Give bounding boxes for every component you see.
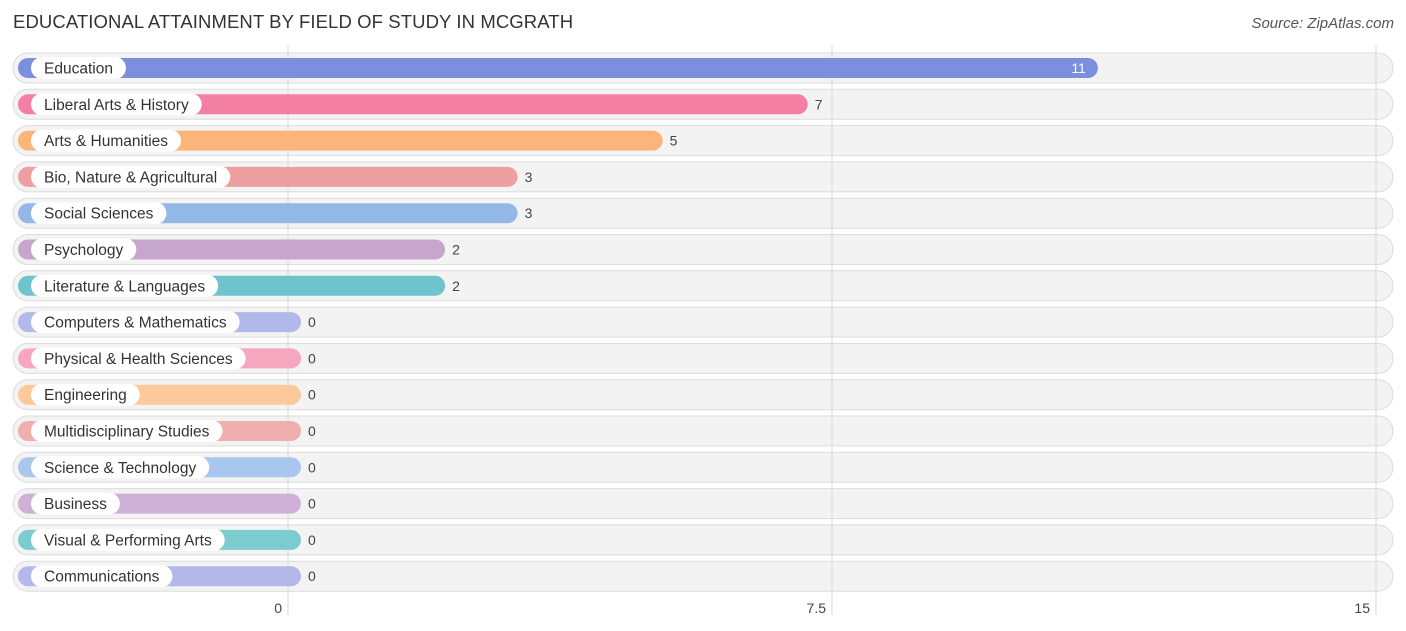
x-axis-ticks: 0 7.5 15 <box>274 600 1370 616</box>
bar-chart: Education 11 Liberal Arts & History 7 Arts &… <box>12 45 1394 616</box>
value-label: 0 <box>308 423 316 439</box>
bar-row: Psychology 2 <box>18 238 460 261</box>
x-tick-label: 7.5 <box>807 600 827 616</box>
value-label: 0 <box>308 496 316 512</box>
bar-row: Liberal Arts & History 7 <box>18 93 823 116</box>
bar-row: Education 11 <box>18 57 1098 79</box>
category-label: Visual & Performing Arts <box>44 532 212 549</box>
bar-row: Visual & Performing Arts 0 <box>18 528 316 551</box>
bar-row: Arts & Humanities 5 <box>18 129 678 152</box>
category-label: Psychology <box>44 242 124 259</box>
bar-row: Engineering 0 <box>18 383 316 406</box>
bar-row: Science & Technology 0 <box>18 456 316 479</box>
x-tick-label: 15 <box>1354 600 1370 616</box>
value-label: 3 <box>525 205 533 221</box>
bar-row: Multidisciplinary Studies 0 <box>18 420 316 442</box>
value-label: 0 <box>308 350 316 366</box>
category-label: Computers & Mathematics <box>44 315 227 332</box>
category-label: Literature & Languages <box>44 278 205 295</box>
category-label: Science & Technology <box>44 460 196 477</box>
category-label: Multidisciplinary Studies <box>44 424 210 441</box>
bar-row: Business 0 <box>18 492 316 515</box>
bar-row: Computers & Mathematics 0 <box>18 311 316 334</box>
bar-row: Literature & Languages 2 <box>18 274 460 297</box>
value-label: 3 <box>525 169 533 185</box>
category-label: Physical & Health Sciences <box>44 351 233 368</box>
value-label: 0 <box>308 459 316 475</box>
bar-row: Physical & Health Sciences 0 <box>18 347 316 370</box>
bar-row: Communications 0 <box>18 565 316 588</box>
category-label: Business <box>44 496 107 513</box>
value-label: 0 <box>308 314 316 330</box>
bar-row: Social Sciences 3 <box>18 202 533 225</box>
value-label: 0 <box>308 387 316 403</box>
value-label: 0 <box>308 568 316 584</box>
category-label: Education <box>44 61 113 78</box>
value-label: 7 <box>815 96 823 112</box>
value-label: 0 <box>308 532 316 548</box>
category-label: Liberal Arts & History <box>44 97 189 114</box>
value-label: 5 <box>670 133 678 149</box>
x-tick-label: 0 <box>274 600 282 616</box>
category-label: Engineering <box>44 387 127 404</box>
category-label: Arts & Humanities <box>44 133 168 150</box>
value-label: 2 <box>452 278 460 294</box>
value-label: 11 <box>1071 60 1086 76</box>
category-label: Social Sciences <box>44 206 154 223</box>
bar[interactable] <box>18 58 1098 78</box>
value-label: 2 <box>452 242 460 258</box>
category-label: Bio, Nature & Agricultural <box>44 169 217 186</box>
category-label: Communications <box>44 569 160 586</box>
bar-row: Bio, Nature & Agricultural 3 <box>18 165 533 188</box>
